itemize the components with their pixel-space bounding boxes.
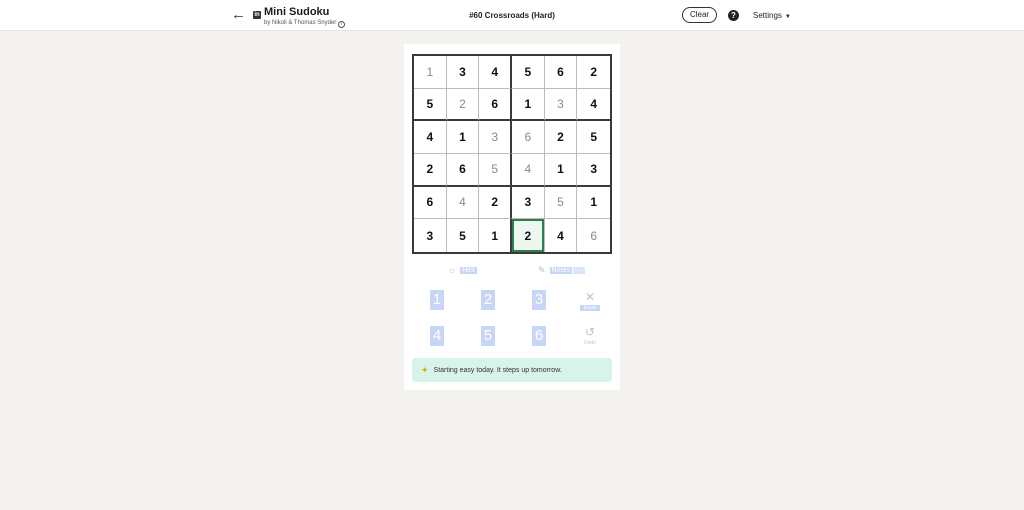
back-arrow-icon[interactable]: ←	[231, 7, 246, 23]
grid-cell[interactable]: 3	[512, 186, 545, 220]
hint-button[interactable]: ☼ Hint	[448, 264, 477, 276]
grid-cell[interactable]: 1	[479, 219, 512, 252]
lightbulb-icon: ☼	[448, 265, 457, 275]
grid-cell[interactable]: 4	[512, 154, 545, 187]
info-icon[interactable]: i	[338, 21, 346, 28]
banner-text: Starting easy today. It steps up tomorro…	[433, 366, 562, 374]
erase-label: Erase	[580, 305, 600, 311]
grid-cell[interactable]: 6	[512, 121, 545, 154]
number-key-5[interactable]: 5	[481, 326, 495, 346]
grid-cell[interactable]: 2	[479, 186, 512, 220]
settings-menu[interactable]: Settings ▼	[753, 11, 791, 20]
grid-cell[interactable]: 5	[544, 186, 578, 220]
top-bar: ← in Mini Sudoku by Nikoli & Thomas Snyd…	[0, 0, 1024, 31]
grid-cell[interactable]: 6	[414, 186, 447, 220]
clear-button[interactable]: Clear	[682, 7, 717, 23]
grid-cell[interactable]: 4	[545, 219, 578, 252]
settings-label: Settings	[753, 11, 782, 20]
grid-cell[interactable]: 4	[414, 121, 447, 154]
grid-cell[interactable]: 4	[479, 56, 512, 89]
grid-cell[interactable]: 2	[544, 121, 578, 154]
number-key-2[interactable]: 2	[481, 290, 495, 310]
undo-label: Undo	[584, 340, 596, 346]
help-icon[interactable]: ?	[728, 10, 739, 21]
grid-cell[interactable]: 1	[577, 187, 610, 220]
undo-button[interactable]: ↺ Undo	[580, 326, 600, 346]
grid-cell[interactable]: 6	[479, 88, 512, 122]
grid-cell[interactable]: 3	[544, 88, 578, 122]
grid-cell[interactable]: 1	[446, 121, 480, 154]
sudoku-grid: 134562526134413625265413642351351246	[412, 54, 612, 254]
grid-cell[interactable]: 3	[446, 56, 480, 89]
grid-cell[interactable]: 4	[446, 186, 480, 220]
grid-cell[interactable]: 1	[512, 88, 545, 122]
notes-label: Notes	[549, 266, 572, 274]
hint-label: Hint	[460, 266, 477, 274]
grid-cell[interactable]: 5	[414, 88, 447, 122]
notes-toggle[interactable]: ✎ Notes	[538, 264, 585, 276]
byline: by Nikoli & Thomas Snyder i	[264, 20, 346, 28]
magic-wand-icon: ✦	[421, 364, 429, 375]
number-key-6[interactable]: 6	[532, 326, 546, 346]
number-key-4[interactable]: 4	[430, 326, 444, 346]
grid-cell[interactable]: 2	[414, 154, 447, 187]
grid-cell[interactable]: 1	[544, 154, 578, 187]
close-icon: ✕	[584, 290, 596, 304]
notes-switch[interactable]	[572, 266, 585, 274]
undo-icon: ↺	[584, 325, 596, 339]
grid-cell[interactable]: 3	[414, 219, 447, 252]
grid-cell[interactable]: 5	[479, 154, 512, 187]
puzzle-title: #60 Crossroads (Hard)	[469, 11, 555, 20]
grid-cell[interactable]: 2	[446, 88, 480, 122]
grid-cell[interactable]: 4	[577, 89, 610, 122]
grid-cell[interactable]: 2	[577, 56, 610, 89]
grid-cell[interactable]: 5	[447, 219, 480, 252]
linkedin-logo-icon: in	[253, 11, 261, 19]
grid-cell[interactable]: 3	[577, 154, 610, 187]
grid-cell[interactable]: 1	[414, 56, 447, 89]
info-banner: ✦ Starting easy today. It steps up tomor…	[412, 358, 612, 382]
app-title: Mini Sudoku	[264, 6, 330, 18]
number-key-1[interactable]: 1	[430, 290, 444, 310]
grid-cell[interactable]: 6	[544, 56, 578, 89]
grid-cell[interactable]: 5	[577, 121, 610, 154]
grid-cell[interactable]: 2	[512, 219, 545, 252]
erase-button[interactable]: ✕ Erase	[580, 291, 600, 311]
grid-cell[interactable]: 6	[446, 154, 480, 187]
byline-text: by Nikoli & Thomas Snyder	[264, 20, 337, 26]
grid-cell[interactable]: 5	[512, 56, 545, 89]
grid-cell[interactable]: 6	[577, 219, 610, 252]
grid-cell[interactable]: 3	[479, 121, 512, 154]
number-key-3[interactable]: 3	[532, 290, 546, 310]
caret-down-icon: ▼	[784, 14, 791, 20]
pencil-icon: ✎	[538, 264, 546, 275]
